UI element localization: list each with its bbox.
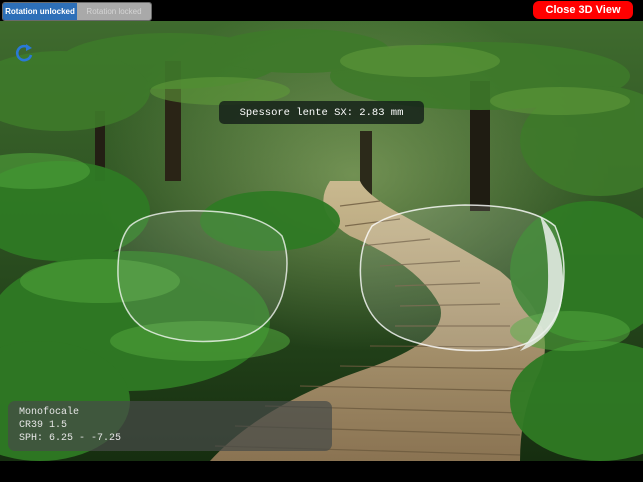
top-toolbar: Rotation unlocked Rotation locked Close … <box>0 0 643 21</box>
right-lens-shape <box>359 204 565 352</box>
left-lens-shape <box>117 210 288 343</box>
close-3d-view-button[interactable]: Close 3D View <box>533 1 633 19</box>
jungle-background <box>0 21 643 461</box>
lens-sph-text: SPH: 6.25 - -7.25 <box>19 433 122 444</box>
rotation-locked-segment[interactable]: Rotation locked <box>77 3 151 20</box>
rotate-icon[interactable] <box>13 42 35 64</box>
bottom-bar <box>0 461 643 482</box>
rotation-unlocked-segment[interactable]: Rotation unlocked <box>3 3 77 20</box>
lens-info-panel: Monofocale CR39 1.5 SPH: 6.25 - -7.25 <box>8 401 332 451</box>
rotation-segmented-control: Rotation unlocked Rotation locked <box>2 2 152 21</box>
lens-thickness-label: Spessore lente SX: 2.83 mm <box>219 101 424 124</box>
lens-type-text: Monofocale <box>19 407 80 418</box>
3d-lens-scene[interactable]: Spessore lente SX: 2.83 mm Monofocale CR… <box>0 21 643 461</box>
lens-material-text: CR39 1.5 <box>19 420 68 431</box>
